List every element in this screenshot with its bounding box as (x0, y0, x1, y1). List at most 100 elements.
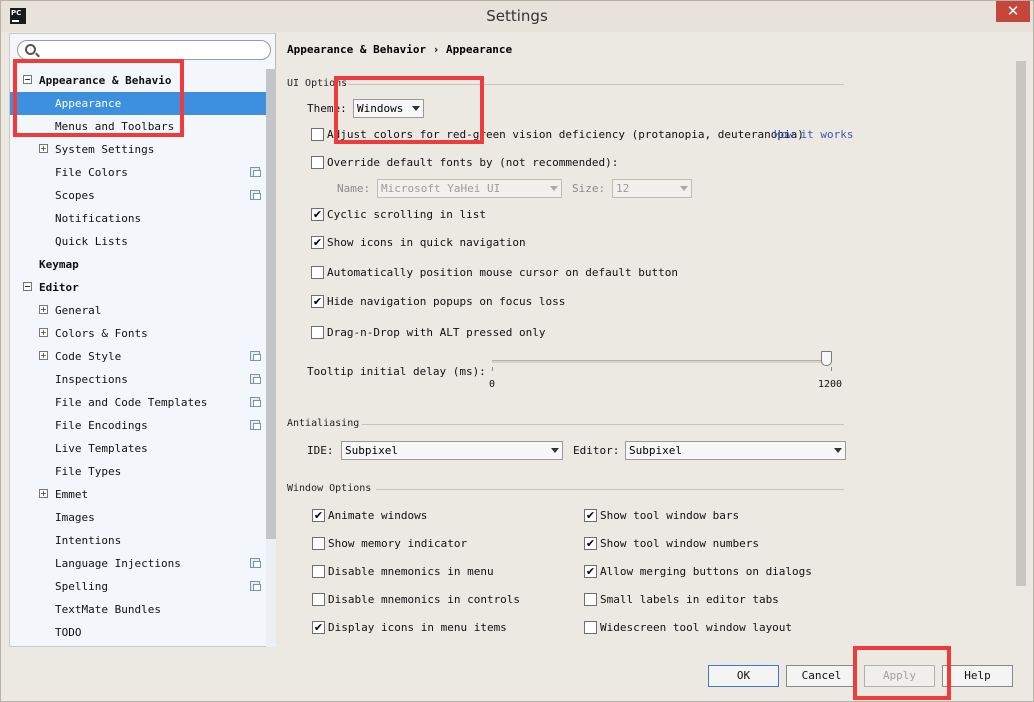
drag-drop-label: Drag-n-Drop with ALT pressed only (327, 326, 546, 339)
ok-button[interactable]: OK (708, 665, 779, 687)
tree-item-quick-lists[interactable]: Quick Lists (10, 230, 266, 253)
how-it-works-link[interactable]: How it works (774, 128, 853, 141)
tree-item-intentions[interactable]: Intentions (10, 529, 266, 552)
tree-item-todo[interactable]: TODO (10, 621, 266, 644)
tree-item-scopes[interactable]: Scopes (10, 184, 266, 207)
cancel-button[interactable]: Cancel (786, 665, 857, 687)
disable-mnemonics-controls-label: Disable mnemonics in controls (328, 593, 521, 606)
tree-item-inspections[interactable]: Inspections (10, 368, 266, 391)
tree-item-keymap[interactable]: Keymap (10, 253, 266, 276)
display-icons-menu-checkbox[interactable]: ✔ (312, 621, 325, 634)
help-button[interactable]: Help (942, 665, 1013, 687)
tree-item-general[interactable]: + General (10, 299, 266, 322)
show-tool-window-bars-label: Show tool window bars (600, 509, 740, 522)
expand-icon[interactable]: + (39, 144, 48, 153)
widescreen-layout-label: Widescreen tool window layout (600, 621, 793, 634)
font-name-value: Microsoft YaHei UI (381, 182, 501, 195)
chevron-down-icon (834, 448, 842, 453)
tree-item-label: System Settings (55, 143, 155, 156)
antialiasing-section-title: Antialiasing (287, 418, 360, 429)
show-memory-indicator-label: Show memory indicator (328, 537, 468, 550)
settings-window: PC Settings ✕ − Appearance & Behavio App… (0, 0, 1034, 702)
tree-item-code-style[interactable]: + Code Style (10, 345, 266, 368)
tree-item-textmate-bundles[interactable]: TextMate Bundles (10, 598, 266, 621)
font-name-label: Name: (337, 182, 371, 195)
tooltip-delay-slider[interactable] (492, 360, 832, 363)
chevron-down-icon (680, 186, 688, 191)
project-level-icon (250, 581, 261, 591)
disable-mnemonics-menu-checkbox[interactable] (312, 565, 325, 578)
slider-tick (492, 367, 493, 371)
editor-antialiasing-label: Editor: (573, 444, 620, 457)
title-bar[interactable]: PC Settings ✕ (1, 1, 1033, 32)
ide-antialiasing-select[interactable]: Subpixel (341, 441, 563, 460)
expand-icon[interactable]: + (39, 351, 48, 360)
editor-antialiasing-select[interactable]: Subpixel (625, 441, 846, 460)
animate-windows-checkbox[interactable]: ✔ (312, 509, 325, 522)
tree-scrollbar[interactable] (266, 69, 276, 647)
show-tool-window-bars-checkbox[interactable]: ✔ (584, 509, 597, 522)
tree-item-label: Language Injections (55, 557, 181, 570)
tree-item-emmet[interactable]: + Emmet (10, 483, 266, 506)
tree-item-spelling[interactable]: Spelling (10, 575, 266, 598)
tree-scrollbar-thumb[interactable] (266, 69, 276, 539)
breadcrumb: Appearance & Behavior › Appearance (287, 43, 512, 56)
tree-item-editor[interactable]: − Editor (10, 276, 266, 299)
settings-scrollbar[interactable] (1016, 61, 1026, 586)
show-icons-checkbox[interactable]: ✔ (311, 236, 324, 249)
font-size-select[interactable]: 12 (612, 179, 692, 198)
auto-position-checkbox[interactable] (311, 266, 324, 279)
display-icons-menu-label: Display icons in menu items (328, 621, 507, 634)
override-fonts-checkbox[interactable] (311, 156, 324, 169)
small-labels-tabs-checkbox[interactable] (584, 593, 597, 606)
settings-scrollbar-thumb[interactable] (1016, 61, 1026, 586)
allow-merging-buttons-checkbox[interactable]: ✔ (584, 565, 597, 578)
tree-item-language-injections[interactable]: Language Injections (10, 552, 266, 575)
close-button[interactable]: ✕ (996, 1, 1030, 22)
tree-item-file-code-templates[interactable]: File and Code Templates (10, 391, 266, 414)
tree-item-file-encodings[interactable]: File Encodings (10, 414, 266, 437)
font-size-value: 12 (616, 182, 630, 195)
tree-item-label: Keymap (39, 258, 79, 271)
tree-item-system-settings[interactable]: + System Settings (10, 138, 266, 161)
settings-tree: − Appearance & Behavio Appearance Menus … (10, 69, 266, 644)
adjust-colors-checkbox[interactable] (311, 128, 324, 141)
tooltip-delay-slider-thumb[interactable] (821, 351, 832, 366)
widescreen-layout-checkbox[interactable] (584, 621, 597, 634)
highlight-box-theme (334, 76, 484, 144)
font-name-select[interactable]: Microsoft YaHei UI (377, 179, 562, 198)
tree-item-label: File Types (55, 465, 122, 478)
tree-item-notifications[interactable]: Notifications (10, 207, 266, 230)
tree-item-label: TextMate Bundles (55, 603, 161, 616)
project-level-icon (250, 351, 261, 361)
hide-popups-label: Hide navigation popups on focus loss (327, 295, 566, 308)
drag-drop-checkbox[interactable] (311, 326, 324, 339)
expand-icon[interactable]: + (39, 489, 48, 498)
tree-item-images[interactable]: Images (10, 506, 266, 529)
tree-item-file-types[interactable]: File Types (10, 460, 266, 483)
collapse-icon[interactable]: − (23, 282, 32, 291)
show-memory-indicator-checkbox[interactable] (312, 537, 325, 550)
expand-icon[interactable]: + (39, 305, 48, 314)
tree-item-colors-fonts[interactable]: + Colors & Fonts (10, 322, 266, 345)
hide-popups-checkbox[interactable]: ✔ (311, 295, 324, 308)
project-level-icon (250, 397, 261, 407)
font-size-label: Size: (572, 182, 606, 195)
search-input[interactable] (17, 40, 271, 60)
tree-item-label: Live Templates (55, 442, 148, 455)
tooltip-delay-label: Tooltip initial delay (ms): (307, 365, 486, 378)
allow-merging-buttons-label: Allow merging buttons on dialogs (600, 565, 812, 578)
tree-item-file-colors[interactable]: File Colors (10, 161, 266, 184)
disable-mnemonics-menu-label: Disable mnemonics in menu (328, 565, 494, 578)
slider-max-label: 1200 (818, 379, 843, 390)
disable-mnemonics-controls-checkbox[interactable] (312, 593, 325, 606)
chevron-down-icon (551, 448, 559, 453)
editor-antialiasing-value: Subpixel (629, 444, 682, 457)
cyclic-scrolling-checkbox[interactable]: ✔ (311, 208, 324, 221)
tree-item-label: Editor (39, 281, 79, 294)
show-tool-window-numbers-checkbox[interactable]: ✔ (584, 537, 597, 550)
slider-min-label: 0 (489, 379, 496, 390)
tree-item-live-templates[interactable]: Live Templates (10, 437, 266, 460)
expand-icon[interactable]: + (39, 328, 48, 337)
tree-item-label: Inspections (55, 373, 128, 386)
